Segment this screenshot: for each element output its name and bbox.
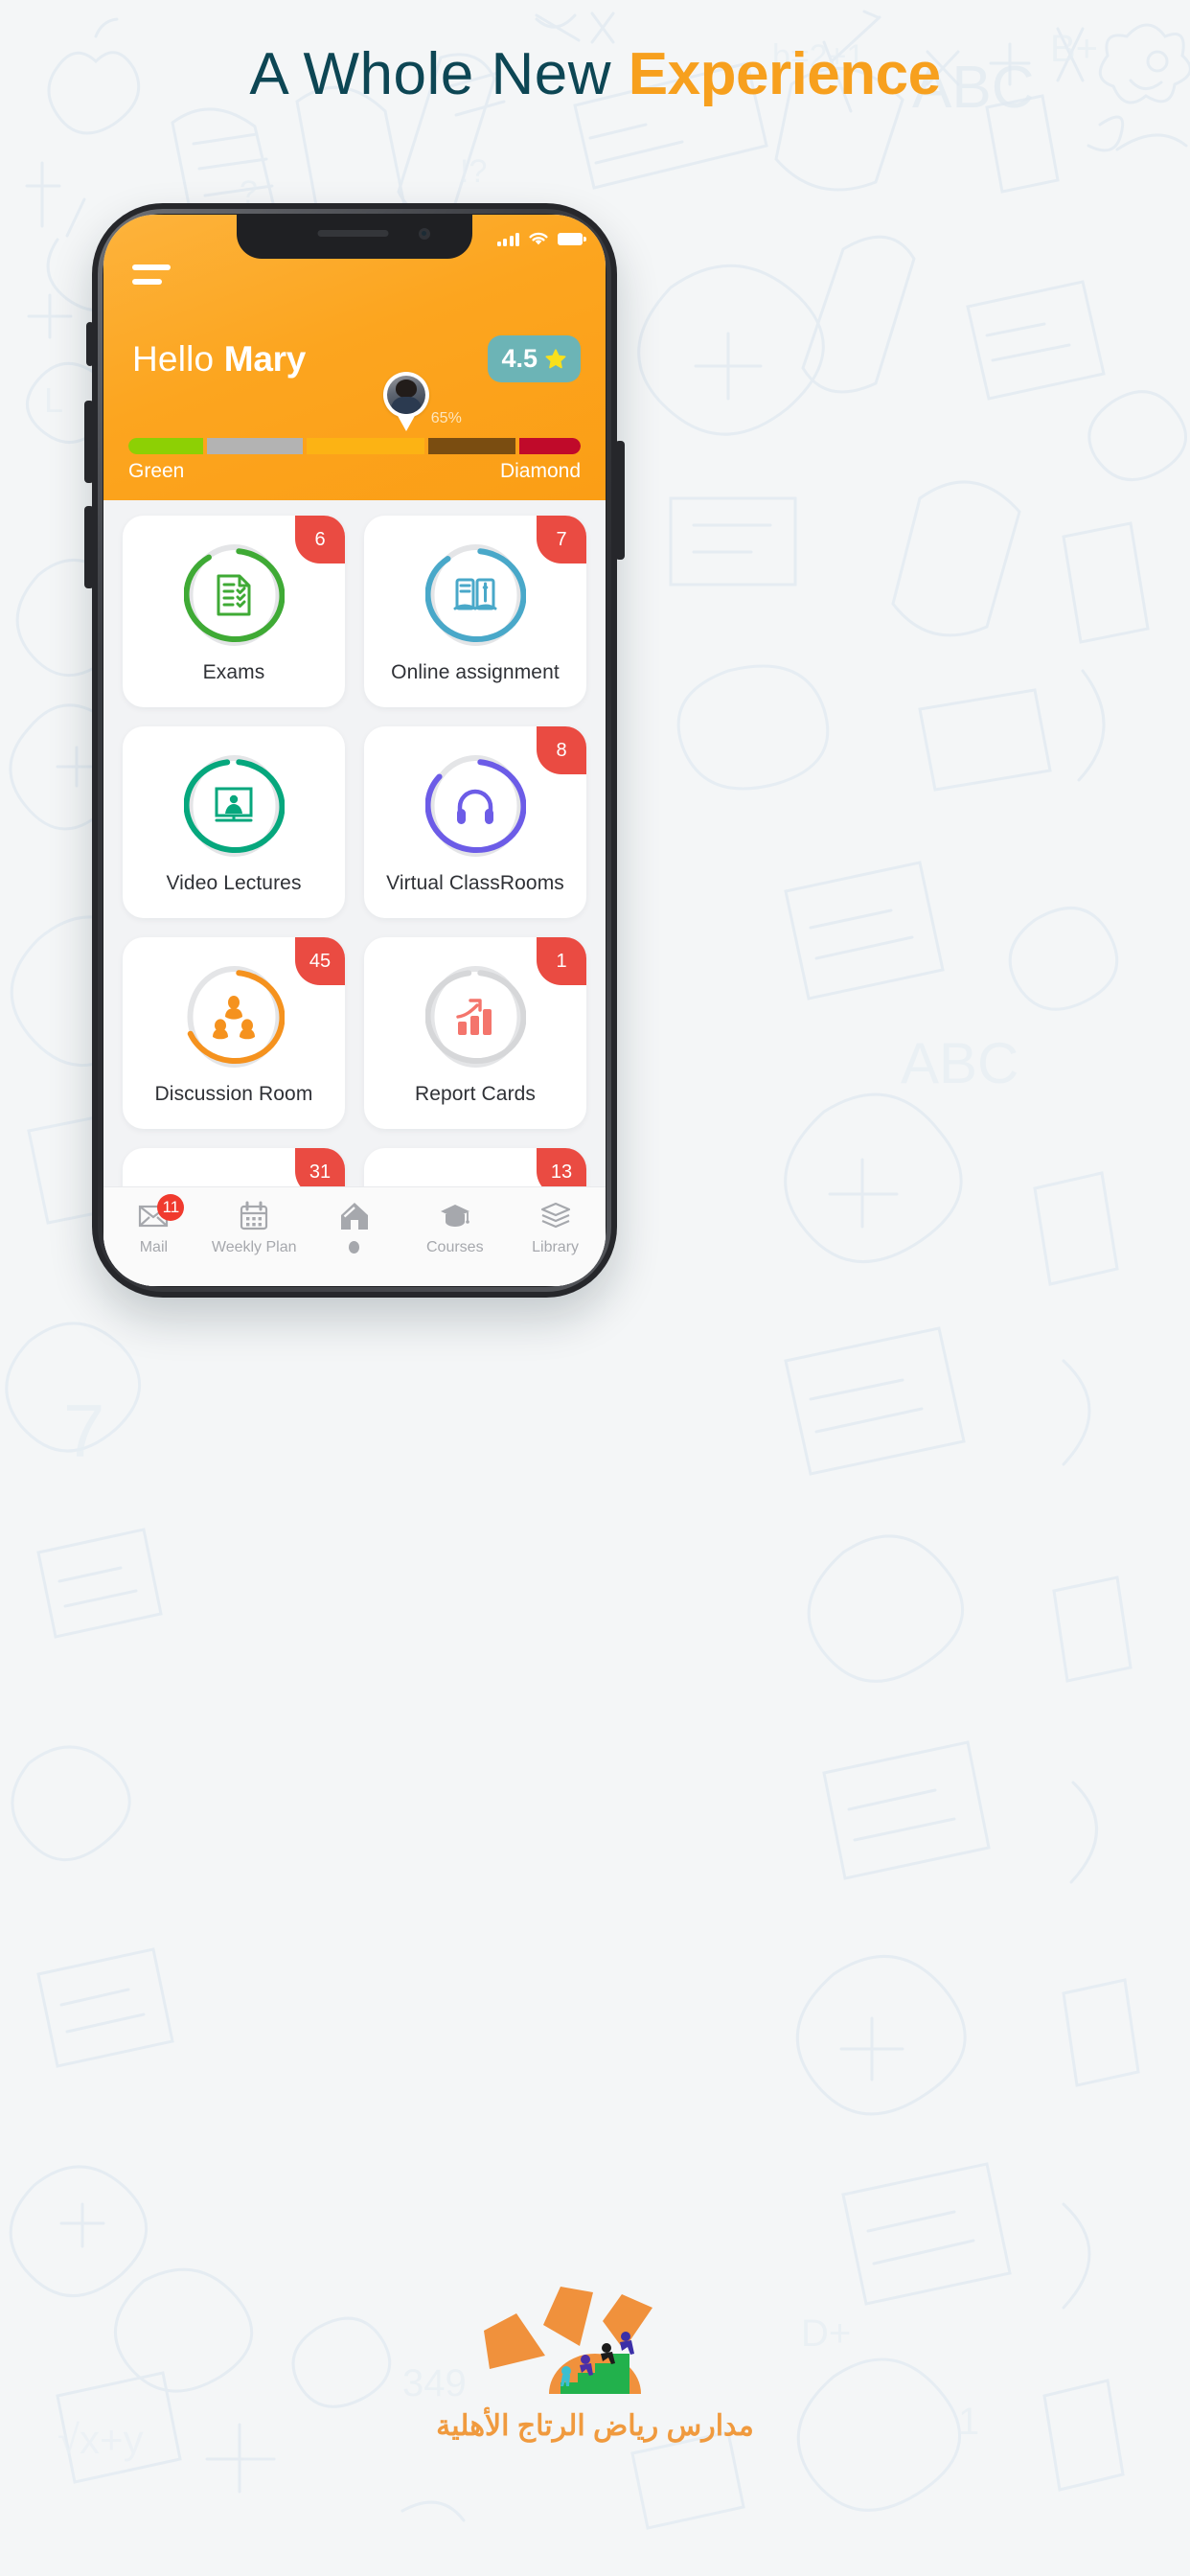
feature-card[interactable]: Virtual ClassRooms 8: [364, 726, 586, 918]
progress-segment-green: [128, 438, 203, 454]
page-headline: A Whole New Experience: [0, 40, 1190, 108]
progress-marker: 65%: [382, 372, 462, 431]
headline-accent-text: Experience: [628, 41, 941, 107]
progress-ring: [424, 542, 526, 648]
app-body: Exams 6 Online assignment 7 Video Lectures…: [103, 500, 606, 1286]
progress-labels: Green Diamond: [128, 460, 581, 483]
progress-bar[interactable]: [128, 438, 581, 454]
pin-tip: [396, 414, 416, 431]
phone-volume-down-button[interactable]: [84, 506, 94, 588]
feature-card-label: Report Cards: [414, 1083, 537, 1105]
progress-segment-gold: [306, 438, 424, 454]
front-camera-icon: [419, 228, 430, 240]
wifi-icon: [529, 232, 548, 245]
progress-ring: [424, 753, 526, 859]
home-icon: [338, 1200, 371, 1232]
progress-ring: [183, 753, 285, 859]
svg-text:ABC: ABC: [901, 1031, 1018, 1095]
hamburger-menu-icon[interactable]: [132, 264, 171, 293]
nav-item-label: Library: [532, 1239, 580, 1255]
books-stack-icon: [539, 1200, 572, 1232]
feature-card[interactable]: Discussion Room 45: [123, 937, 345, 1129]
nav-item-label: Mail: [139, 1239, 169, 1255]
feature-card[interactable]: Video Lectures: [123, 726, 345, 918]
graduation-cap-icon: [439, 1200, 471, 1232]
feature-card[interactable]: Exams 6: [123, 516, 345, 707]
cellular-signal-icon: [496, 232, 519, 246]
rating-value: 4.5: [501, 344, 538, 373]
footer-logo: مدارس رياض الرتاج الأهلية: [0, 2275, 1190, 2443]
feature-card-label: Online assignment: [391, 661, 560, 683]
progress-ring: [183, 542, 285, 648]
progress-percent-label: 65%: [430, 410, 462, 426]
phone-volume-up-button[interactable]: [84, 401, 94, 483]
progress-segment-bronze: [427, 438, 516, 454]
phone-screen: Hello Mary 4.5 65% Green Diamond Exams 6…: [103, 215, 606, 1286]
discussion-group-icon: [211, 994, 257, 1040]
feature-card-label: Video Lectures: [166, 872, 302, 894]
nav-item-weekly-plan[interactable]: Weekly Plan: [204, 1200, 305, 1256]
feature-card-label: Discussion Room: [154, 1083, 313, 1105]
notification-badge: 6: [295, 516, 345, 564]
notification-badge: 7: [537, 516, 586, 564]
phone-mute-switch[interactable]: [86, 322, 94, 366]
notification-badge: 8: [537, 726, 586, 774]
nav-item-library[interactable]: Library: [505, 1200, 606, 1256]
level-progress: 65% Green Diamond: [128, 372, 581, 483]
notification-badge: 1: [537, 937, 586, 985]
feature-card[interactable]: Report Cards 1: [364, 937, 586, 1129]
feature-card-label: Virtual ClassRooms: [386, 872, 564, 894]
phone-power-button[interactable]: [615, 441, 625, 560]
greeting-text: Hello Mary: [132, 339, 306, 380]
phone-mockup: Hello Mary 4.5 65% Green Diamond Exams 6…: [84, 203, 625, 1298]
battery-full-icon: [558, 232, 586, 245]
school-name-arabic: مدارس رياض الرتاج الأهلية: [436, 2410, 754, 2442]
books-pencil-icon: [452, 572, 498, 618]
nav-notification-badge: 11: [157, 1194, 185, 1221]
exam-checklist-icon: [211, 572, 257, 618]
active-tab-indicator: [349, 1241, 360, 1254]
progress-end-label: Diamond: [499, 460, 581, 482]
avatar: [386, 376, 425, 414]
feature-card[interactable]: Online assignment 7: [364, 516, 586, 707]
video-lecture-icon: [211, 783, 257, 829]
nav-item-home[interactable]: [305, 1200, 405, 1254]
notification-badge: 45: [295, 937, 345, 985]
feature-grid: Exams 6 Online assignment 7 Video Lectures…: [123, 516, 586, 1286]
earpiece-speaker: [317, 230, 389, 237]
status-bar: [496, 228, 586, 249]
phone-notch: [237, 215, 472, 259]
svg-text:!?: !?: [460, 153, 487, 190]
feature-card-label: Exams: [202, 661, 265, 683]
greeting-prefix: Hello: [132, 338, 224, 379]
rating-badge[interactable]: 4.5: [488, 335, 581, 382]
bar-chart-growth-icon: [452, 994, 498, 1040]
svg-text:L: L: [44, 380, 63, 420]
calendar-icon: [238, 1200, 270, 1232]
progress-segment-diamond: [519, 438, 581, 454]
progress-segment-silver: [206, 438, 303, 454]
user-name: Mary: [223, 338, 306, 379]
nav-item-courses[interactable]: Courses: [404, 1200, 505, 1256]
user-avatar-pin: [382, 372, 429, 431]
progress-ring: [424, 964, 526, 1070]
greeting-row: Hello Mary 4.5: [132, 335, 581, 382]
progress-ring: [183, 964, 285, 1070]
nav-item-mail[interactable]: Mail 11: [103, 1194, 204, 1256]
progress-start-label: Green: [128, 460, 185, 482]
nav-item-label: Weekly Plan: [211, 1239, 297, 1255]
headline-plain-text: A Whole New: [249, 41, 629, 107]
headphones-icon: [452, 783, 498, 829]
nav-item-label: Courses: [426, 1239, 484, 1255]
bottom-navigation: Mail 11 Weekly Plan Courses Library: [103, 1186, 606, 1286]
star-icon: [545, 348, 566, 368]
school-sun-logo: [484, 2287, 652, 2394]
svg-text:7: 7: [63, 1389, 104, 1473]
